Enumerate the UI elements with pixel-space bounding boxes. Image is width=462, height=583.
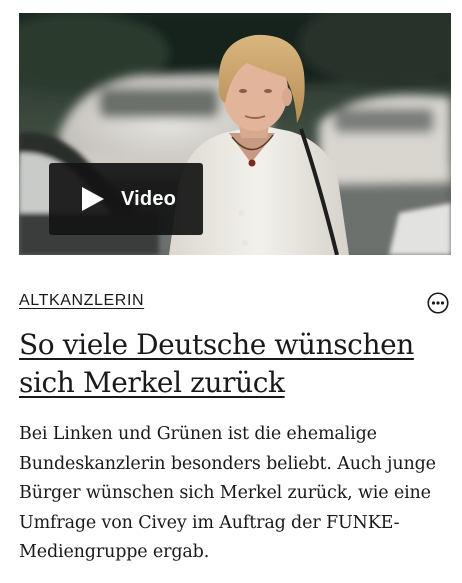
more-options-icon: [427, 292, 449, 314]
article-lead: Bei Linken und Grünen ist die ehemalige …: [19, 424, 436, 562]
article-kicker[interactable]: ALTKANZLERIN: [19, 292, 144, 310]
article-headline[interactable]: So viele Deutsche wünschen sich Merkel z…: [19, 326, 449, 402]
play-icon: [82, 187, 104, 211]
video-play-button[interactable]: Video: [49, 163, 203, 235]
video-label: Video: [121, 187, 177, 210]
more-options-button[interactable]: [427, 292, 449, 314]
article-teaser: Video ALTKANZLERIN So viele Deutsche wün…: [0, 0, 462, 583]
article-video-thumbnail[interactable]: Video: [19, 13, 451, 255]
